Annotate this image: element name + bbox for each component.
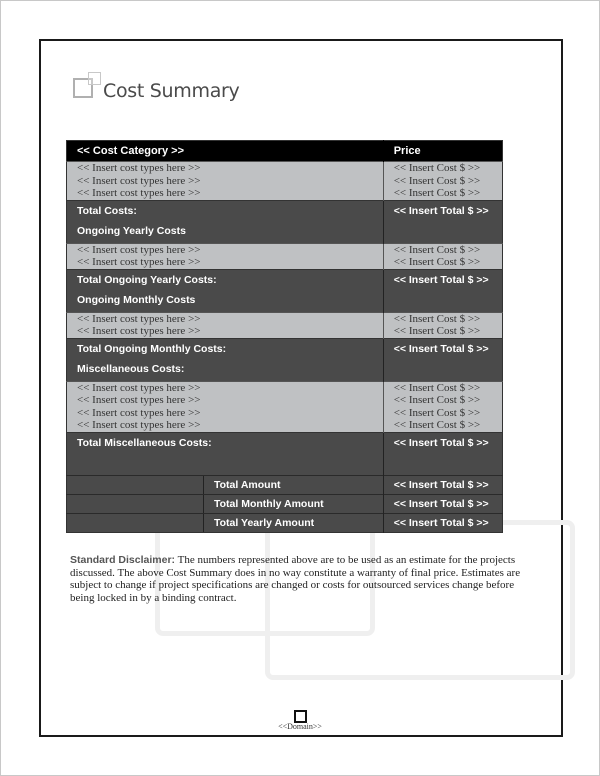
cost-price-value: << Insert Cost $ >> (393, 419, 481, 431)
section-total-label: Total Costs: (77, 204, 137, 217)
cost-price-value: << Insert Cost $ >> (393, 243, 481, 256)
cost-type-cell: << Insert cost types here >> << Insert co… (66, 161, 384, 200)
column-header-price: Price (382, 140, 503, 162)
summary-label-cell: Total Monthly Amount (66, 493, 384, 513)
table-header-row: << Cost Category >> Price (66, 140, 503, 162)
summary-blank-cell (67, 513, 204, 532)
cost-type-label: << Insert cost types here >> (77, 406, 201, 419)
cost-price-value: << Insert Cost $ >> (393, 325, 481, 337)
section-total-cell: Total Miscellaneous Costs: (66, 431, 384, 475)
cost-price-cell: << Insert Cost $ >> << Insert Cost $ >> <<… (382, 161, 503, 200)
cost-price-value: << Insert Cost $ >> (393, 174, 481, 187)
section-total-cell: Total Costs: Ongoing Yearly Costs (66, 199, 384, 243)
cost-items-row: << Insert cost types here >> << Insert co… (66, 242, 503, 269)
summary-row: Total Yearly Amount << Insert Total $ >> (66, 512, 503, 532)
page-title: Cost Summary (103, 80, 240, 102)
disclaimer-lead: Standard Disclaimer: (70, 554, 176, 566)
cost-type-cell: << Insert cost types here >> << Insert co… (66, 311, 384, 338)
cost-type-label: << Insert cost types here >> (77, 243, 201, 256)
cost-type-label: << Insert cost types here >> (77, 394, 201, 406)
cost-price-cell: << Insert Cost $ >> << Insert Cost $ >> (382, 242, 503, 269)
summary-row: Total Amount << Insert Total $ >> (66, 474, 503, 494)
summary-blank-cell (67, 494, 204, 513)
section-total-cell: Total Ongoing Yearly Costs: Ongoing Month… (66, 268, 384, 312)
section-heading-empty (77, 457, 373, 475)
cost-price-value: << Insert Cost $ >> (393, 381, 481, 394)
cost-items-row: << Insert cost types here >> << Insert co… (66, 161, 503, 200)
cost-type-label: << Insert cost types here >> (77, 381, 201, 394)
cost-price-cell: << Insert Cost $ >> << Insert Cost $ >> (382, 311, 503, 338)
cost-price-value: << Insert Cost $ >> (393, 187, 481, 199)
section-total-value: << Insert Total $ >> (382, 268, 503, 312)
summary-label: Total Yearly Amount (214, 516, 315, 529)
section-total-row: Total Ongoing Yearly Costs: Ongoing Month… (66, 268, 503, 312)
cost-type-label: << Insert cost types here >> (77, 312, 201, 325)
summary-value: << Insert Total $ >> (382, 474, 503, 494)
cost-price-value: << Insert Cost $ >> (393, 312, 481, 325)
section-heading: Ongoing Monthly Costs (77, 293, 196, 306)
cost-type-label: << Insert cost types here >> (77, 187, 201, 199)
section-total-value: << Insert Total $ >> (382, 199, 503, 243)
section-total-label: Total Ongoing Monthly Costs: (77, 342, 227, 355)
cost-type-label: << Insert cost types here >> (77, 162, 201, 174)
cost-type-cell: << Insert cost types here >> << Insert co… (66, 380, 384, 432)
section-total-value: << Insert Total $ >> (382, 431, 503, 475)
cost-price-cell: << Insert Cost $ >> << Insert Cost $ >> <<… (382, 380, 503, 432)
cost-type-label: << Insert cost types here >> (77, 256, 201, 268)
cost-summary-table: << Cost Category >> Price << Insert cost… (66, 140, 503, 533)
cost-items-row: << Insert cost types here >> << Insert co… (66, 311, 503, 338)
cost-price-value: << Insert Cost $ >> (393, 162, 481, 174)
disclaimer: Standard Disclaimer: The numbers represe… (70, 554, 525, 604)
section-heading: Ongoing Yearly Costs (77, 224, 186, 237)
summary-blank-cell (67, 475, 204, 494)
section-total-row: Total Ongoing Monthly Costs: Miscellaneou… (66, 337, 503, 381)
section-heading: Miscellaneous Costs: (77, 362, 185, 375)
cost-type-label: << Insert cost types here >> (77, 325, 201, 337)
cost-type-label: << Insert cost types here >> (77, 174, 201, 187)
section-total-value: << Insert Total $ >> (382, 337, 503, 381)
summary-row: Total Monthly Amount << Insert Total $ >> (66, 493, 503, 513)
section-total-cell: Total Ongoing Monthly Costs: Miscellaneou… (66, 337, 384, 381)
summary-label: Total Monthly Amount (214, 497, 324, 510)
summary-label-cell: Total Yearly Amount (66, 512, 384, 532)
section-total-row: Total Miscellaneous Costs: << Insert Tota… (66, 431, 503, 475)
cost-price-value: << Insert Cost $ >> (393, 406, 481, 419)
cost-type-label: << Insert cost types here >> (77, 419, 201, 431)
footer-domain: <<Domain>> (278, 722, 322, 731)
cost-price-value: << Insert Cost $ >> (393, 256, 481, 268)
summary-value: << Insert Total $ >> (382, 512, 503, 532)
summary-label-cell: Total Amount (66, 474, 384, 494)
section-total-label: Total Miscellaneous Costs: (77, 436, 212, 449)
summary-value: << Insert Total $ >> (382, 493, 503, 513)
column-header-category: << Cost Category >> (66, 140, 384, 162)
section-total-row: Total Costs: Ongoing Yearly Costs << Inser… (66, 199, 503, 243)
cost-type-cell: << Insert cost types here >> << Insert co… (66, 242, 384, 269)
section-total-label: Total Ongoing Yearly Costs: (77, 273, 217, 286)
cost-price-value: << Insert Cost $ >> (393, 394, 481, 406)
summary-label: Total Amount (214, 478, 281, 491)
cost-items-row: << Insert cost types here >> << Insert co… (66, 380, 503, 432)
